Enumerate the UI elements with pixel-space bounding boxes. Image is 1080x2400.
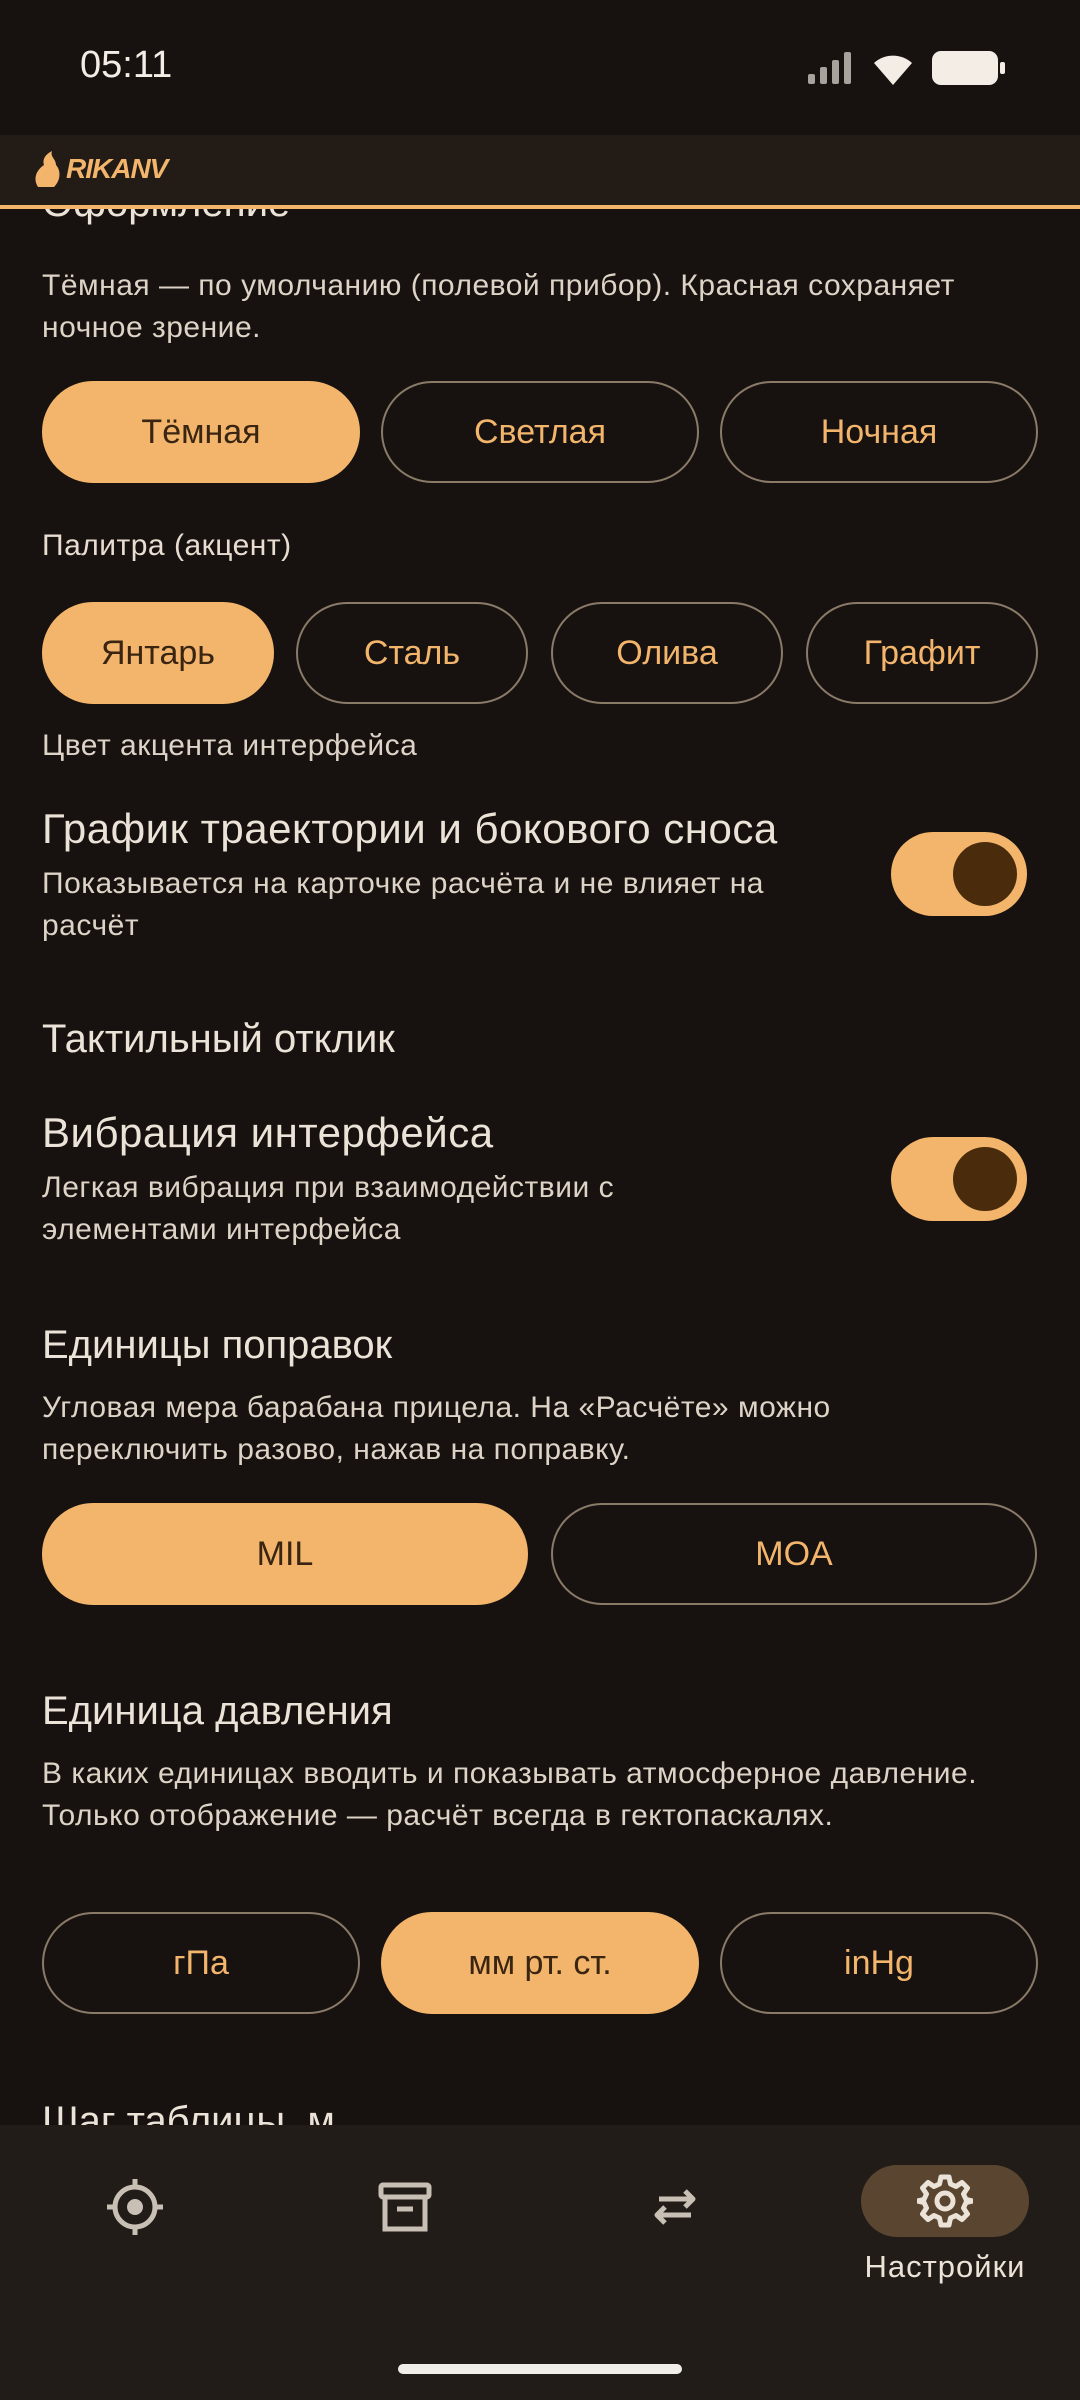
nav-pill	[51, 2165, 219, 2249]
nav-label-settings: Настройки	[864, 2249, 1026, 2284]
trajectory-chart-toggle[interactable]	[891, 832, 1027, 916]
trajectory-chart-title: График траектории и бокового сноса	[42, 805, 778, 852]
pressure-units-title: Единица давления	[42, 1689, 393, 1733]
logo-flame-icon	[35, 151, 60, 187]
palette-option-amber[interactable]: Янтарь	[42, 602, 274, 704]
palette-option-olive[interactable]: Олива	[551, 602, 783, 704]
app-bar: RIKANV	[0, 135, 1080, 209]
correction-unit-moa[interactable]: MOA	[551, 1503, 1037, 1605]
swap-arrows-icon	[654, 2189, 696, 2225]
palette-option-graphite[interactable]: Графит	[806, 602, 1038, 704]
theme-heading: Оформление	[42, 209, 290, 226]
pressure-units-description: В каких единицах вводить и показывать ат…	[42, 1757, 978, 1832]
settings-content[interactable]: Оформление Тёмная — по умолчанию (полево…	[0, 209, 1080, 2125]
nav-pill	[591, 2165, 759, 2249]
nav-pill	[321, 2165, 489, 2249]
battery-icon	[932, 51, 1005, 85]
palette-label: Палитра (акцент)	[42, 529, 292, 562]
status-icons	[808, 48, 1006, 88]
correction-units-title: Единицы поправок	[42, 1323, 393, 1367]
toggle-knob	[953, 842, 1017, 906]
nav-item-calculation[interactable]	[45, 2165, 225, 2285]
toggle-knob	[953, 1147, 1017, 1211]
theme-option-dark[interactable]: Тёмная	[42, 381, 360, 483]
target-icon	[107, 2179, 163, 2235]
nav-item-settings[interactable]: Настройки	[855, 2165, 1035, 2285]
pressure-unit-mmhg[interactable]: мм рт. ст.	[381, 1912, 699, 2014]
status-bar: 05:11	[0, 0, 1080, 135]
theme-option-night[interactable]: Ночная	[720, 381, 1038, 483]
vibration-title: Вибрация интерфейса	[42, 1109, 494, 1156]
pressure-unit-inhg[interactable]: inHg	[720, 1912, 1038, 2014]
signal-icon	[808, 52, 851, 84]
pressure-unit-hpa[interactable]: гПа	[42, 1912, 360, 2014]
correction-units-description: Угловая мера барабана прицела. На «Расчё…	[42, 1391, 831, 1466]
table-step-title: Шаг таблицы, м	[42, 2099, 335, 2125]
palette-option-steel[interactable]: Сталь	[296, 602, 528, 704]
gear-icon	[917, 2174, 973, 2228]
logo-text: RIKANV	[66, 153, 168, 184]
correction-unit-mil[interactable]: MIL	[42, 1503, 528, 1605]
nav-item-archive[interactable]	[315, 2165, 495, 2285]
nav-pill-active	[861, 2165, 1029, 2237]
home-indicator[interactable]	[398, 2364, 682, 2374]
vibration-toggle[interactable]	[891, 1137, 1027, 1221]
theme-option-light[interactable]: Светлая	[381, 381, 699, 483]
status-time: 05:11	[80, 44, 173, 86]
trajectory-chart-subtitle: Показывается на карточке расчёта и не вл…	[42, 867, 764, 942]
bottom-navigation: Настройки	[0, 2125, 1080, 2400]
archive-icon	[378, 2182, 432, 2232]
nav-item-convert[interactable]	[585, 2165, 765, 2285]
wifi-icon	[874, 55, 912, 85]
theme-description: Тёмная — по умолчанию (полевой прибор). …	[42, 269, 955, 344]
palette-hint: Цвет акцента интерфейса	[42, 729, 418, 762]
vibration-subtitle: Легкая вибрация при взаимодействии с эле…	[42, 1171, 615, 1246]
app-logo: RIKANV	[32, 151, 168, 187]
haptics-section-title: Тактильный отклик	[42, 1017, 395, 1061]
